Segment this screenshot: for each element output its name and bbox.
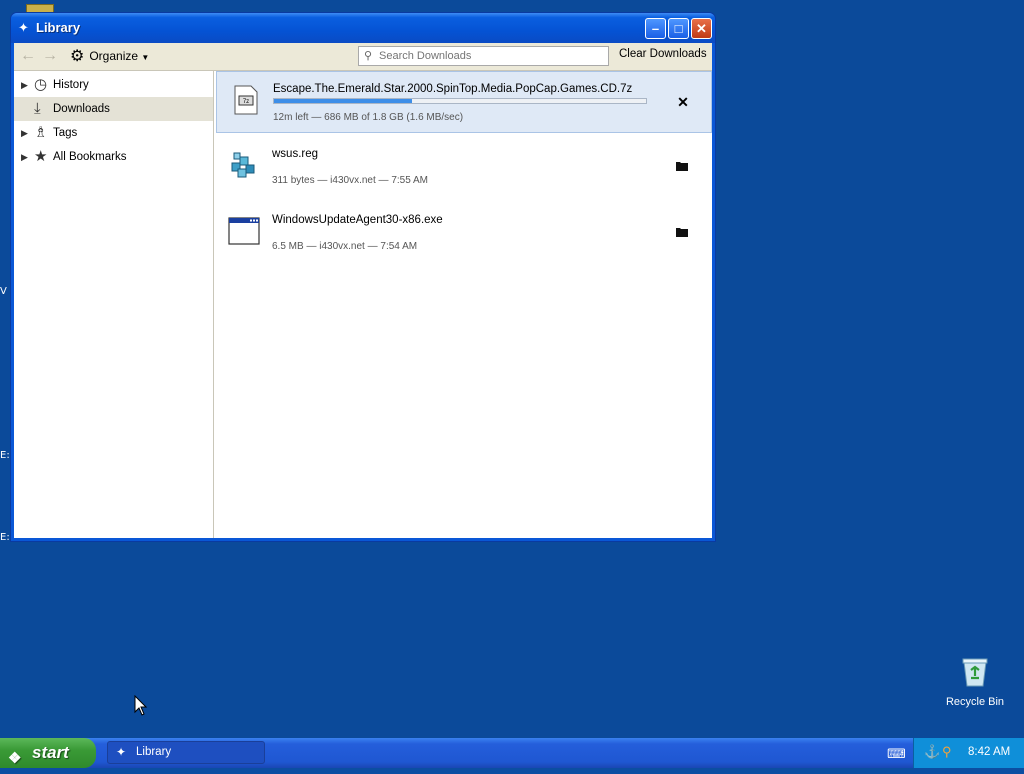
desktop-label-fragment: V <box>0 286 7 297</box>
search-icon: ⚲ <box>364 50 373 62</box>
window-client-area: ← → ⚙ Organize ▼ ⚲ Clear Downloads ▶ ◷ Hi… <box>14 43 712 538</box>
sidebar-item-label: History <box>53 79 89 91</box>
clock: 8:42 AM <box>968 746 1011 758</box>
clock-icon: ◷ <box>34 76 48 93</box>
download-item[interactable]: WindowsUpdateAgent30-x86.exe 6.5 MB — i4… <box>216 203 712 265</box>
gear-icon: ⚙ <box>70 48 85 65</box>
firefox-app-icon: ✦ <box>18 20 29 35</box>
sidebar-item-history[interactable]: ▶ ◷ History <box>14 73 213 97</box>
taskbar-button-library[interactable]: ✦ Library <box>107 741 265 764</box>
expand-arrow-icon[interactable]: ▶ <box>21 145 28 169</box>
desktop-label-fragment: E: <box>0 532 10 543</box>
search-box[interactable]: ⚲ <box>358 46 609 66</box>
download-filename: WindowsUpdateAgent30-x86.exe <box>272 214 443 226</box>
open-folder-icon[interactable] <box>674 225 690 241</box>
library-window: ✦ Library – □ ✕ ← → ⚙ Organize ▼ ⚲ Clear … <box>10 12 716 542</box>
download-status: 12m left — 686 MB of 1.8 GB (1.6 MB/sec) <box>273 112 464 123</box>
maximize-button[interactable]: □ <box>668 18 689 39</box>
toolbar: ← → ⚙ Organize ▼ ⚲ Clear Downloads <box>14 43 712 71</box>
dropdown-arrow-icon: ▼ <box>141 53 150 62</box>
sidebar-item-all-bookmarks[interactable]: ▶ ★ All Bookmarks <box>14 145 213 169</box>
download-item[interactable]: wsus.reg 311 bytes — i430vx.net — 7:55 A… <box>216 137 712 199</box>
desktop-label-fragment: E: <box>0 450 10 461</box>
download-filename: Escape.The.Emerald.Star.2000.SpinTop.Med… <box>273 83 633 95</box>
mouse-cursor-icon <box>134 695 148 716</box>
firefox-app-icon: ✦ <box>116 745 127 759</box>
window-title: Library <box>36 20 81 35</box>
back-arrow-icon[interactable]: ← <box>20 47 36 65</box>
system-tray: ⚓ ⚲ 8:42 AM <box>913 738 1024 768</box>
title-bar[interactable]: ✦ Library – □ ✕ <box>11 13 715 43</box>
recycle-bin-label: Recycle Bin <box>945 696 1005 708</box>
registry-file-icon <box>231 152 255 178</box>
recycle-bin-icon <box>962 658 988 687</box>
sidebar-item-label: Tags <box>53 127 78 139</box>
taskbar: ❖ start ✦ Library ⌨ ⚓ ⚲ 8:42 AM <box>0 738 1024 768</box>
expand-arrow-icon[interactable]: ▶ <box>21 121 28 145</box>
minimize-icon: – <box>651 21 660 36</box>
clear-downloads-button[interactable]: Clear Downloads <box>619 48 707 60</box>
download-filename: wsus.reg <box>272 148 319 160</box>
organize-label: Organize <box>89 49 139 63</box>
sidebar-item-tags[interactable]: ▶ ♗ Tags <box>14 121 213 145</box>
minimize-button[interactable]: – <box>645 18 666 39</box>
open-folder-icon[interactable] <box>674 159 690 175</box>
taskbar-button-label: Library <box>136 746 172 758</box>
close-button[interactable]: ✕ <box>691 18 712 39</box>
keyboard-icon[interactable]: ⌨ <box>887 746 906 762</box>
sidebar: ▶ ◷ History ⤓ Downloads ▶ ♗ Tags ▶ ★ All… <box>14 71 214 538</box>
svg-text:7z: 7z <box>243 99 249 105</box>
archive-file-icon: 7z <box>234 85 258 115</box>
search-input[interactable] <box>379 48 604 64</box>
download-arrow-icon: ⤓ <box>34 100 41 117</box>
sidebar-item-label: All Bookmarks <box>53 151 127 163</box>
download-progress-bar <box>273 98 647 104</box>
star-icon: ★ <box>34 148 48 165</box>
download-item[interactable]: 7z Escape.The.Emerald.Star.2000.SpinTop.… <box>216 71 712 133</box>
recycle-bin[interactable]: Recycle Bin <box>944 656 1006 708</box>
downloads-list: 7z Escape.The.Emerald.Star.2000.SpinTop.… <box>214 71 712 538</box>
download-status: 6.5 MB — i430vx.net — 7:54 AM <box>272 241 418 252</box>
download-status: 311 bytes — i430vx.net — 7:55 AM <box>272 175 429 186</box>
windows-flag-icon: ❖ <box>8 750 22 767</box>
progress-fill <box>274 99 412 103</box>
search-tray-icon[interactable]: ⚲ <box>942 744 952 760</box>
maximize-icon: □ <box>674 21 683 36</box>
forward-arrow-icon[interactable]: → <box>42 47 58 65</box>
cancel-x-icon[interactable]: ✕ <box>675 94 691 110</box>
start-button[interactable]: ❖ start <box>0 738 96 768</box>
network-icon[interactable]: ⚓ <box>924 744 940 760</box>
tag-icon: ♗ <box>34 124 48 141</box>
start-label: start <box>32 743 69 762</box>
executable-file-icon <box>228 217 260 245</box>
organize-menu-button[interactable]: ⚙ Organize ▼ <box>70 47 149 65</box>
expand-arrow-icon[interactable]: ▶ <box>21 73 28 97</box>
sidebar-item-downloads[interactable]: ⤓ Downloads <box>14 97 213 121</box>
close-icon: ✕ <box>696 21 707 36</box>
sidebar-item-label: Downloads <box>53 103 110 115</box>
